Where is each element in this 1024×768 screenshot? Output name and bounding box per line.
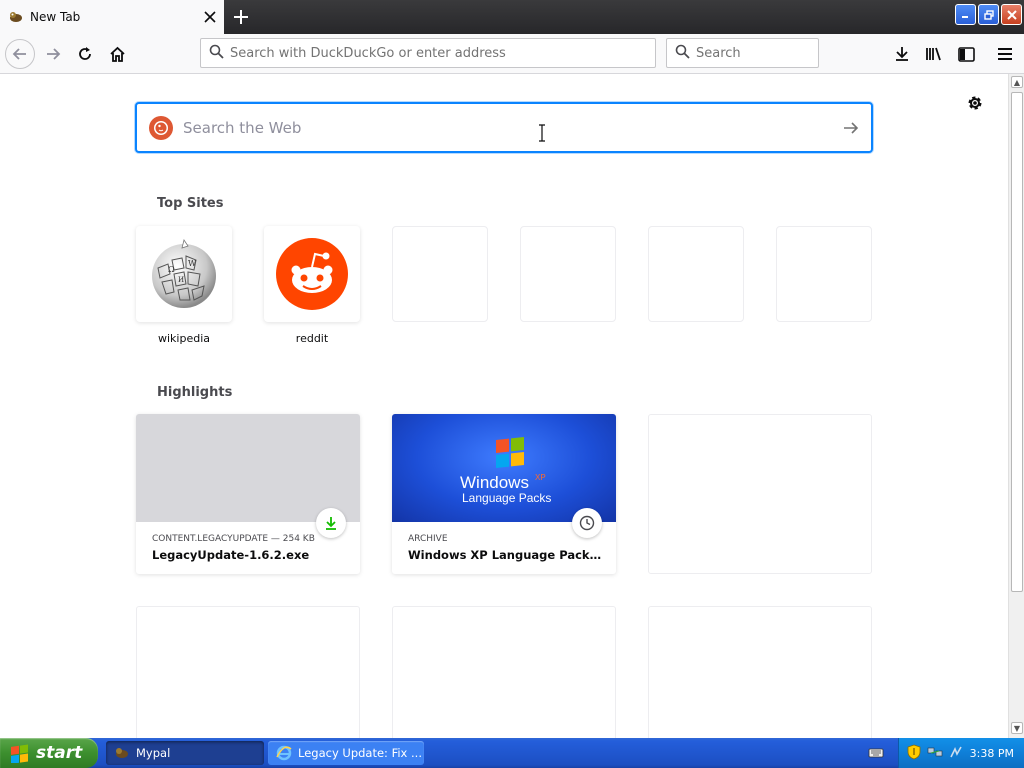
empty-tile xyxy=(776,226,872,322)
scroll-up-arrow-icon[interactable]: ▲ xyxy=(1011,76,1023,88)
windows-xp-language-packs-image: Windows XP Language Packs xyxy=(392,414,616,522)
highlight-image-placeholder xyxy=(136,414,360,522)
empty-tile xyxy=(520,226,616,322)
highlight-card-empty xyxy=(136,606,360,738)
windows-flag-icon xyxy=(11,744,28,763)
tab-close-icon[interactable] xyxy=(196,3,224,31)
windows-taskbar: start Mypal Legacy Update: Fix ... 3:38 … xyxy=(0,738,1024,768)
network-activity-icon[interactable] xyxy=(949,745,963,762)
mypal-app-icon xyxy=(114,745,130,761)
restore-icon[interactable] xyxy=(978,4,999,25)
forward-arrow-icon[interactable] xyxy=(37,38,69,70)
svg-text:И: И xyxy=(178,276,184,284)
tab-new-tab[interactable]: New Tab xyxy=(0,0,224,34)
top-site-empty xyxy=(392,226,488,322)
close-window-icon[interactable] xyxy=(1001,4,1022,25)
clock-icon xyxy=(572,508,602,538)
highlight-card-legacyupdate[interactable]: CONTENT.LEGACYUPDATE — 254 KB LegacyUpda… xyxy=(136,414,360,574)
top-site-empty xyxy=(776,226,872,322)
start-label: start xyxy=(36,743,83,763)
home-icon[interactable] xyxy=(101,38,133,70)
taskbar-clock[interactable]: 3:38 PM xyxy=(970,747,1014,760)
new-tab-plus-icon[interactable] xyxy=(226,2,256,32)
highlight-card-empty xyxy=(648,606,872,738)
gear-icon[interactable] xyxy=(966,94,988,116)
address-bar[interactable] xyxy=(200,38,656,68)
empty-tile xyxy=(648,226,744,322)
address-input[interactable] xyxy=(230,45,632,61)
sidebar-icon[interactable] xyxy=(950,38,982,70)
search-icon xyxy=(209,44,224,62)
highlight-meta: CONTENT.LEGACYUPDATE — 254 KB xyxy=(152,534,315,544)
taskbar-item-label: Legacy Update: Fix ... xyxy=(298,746,422,760)
download-icon xyxy=(316,508,346,538)
top-site-label: wikipedia xyxy=(157,332,210,345)
reddit-alien-icon xyxy=(276,238,348,310)
navigation-toolbar xyxy=(0,34,1024,74)
text-cursor-icon xyxy=(538,124,545,142)
image-text-windows: Windows xyxy=(460,473,529,492)
title-bar: New Tab xyxy=(0,0,1024,34)
windows-xp-logo-icon: Windows XP Language Packs xyxy=(460,437,551,505)
top-site-empty xyxy=(648,226,744,322)
empty-tile xyxy=(392,226,488,322)
top-site-reddit[interactable]: reddit xyxy=(264,226,360,345)
security-shield-icon[interactable] xyxy=(907,744,921,763)
keyboard-language-icon[interactable] xyxy=(868,745,884,761)
tab-title: New Tab xyxy=(30,10,81,24)
highlight-title: Windows XP Language Packs : M... xyxy=(408,548,604,562)
top-site-label: reddit xyxy=(295,332,329,345)
reddit-tile xyxy=(264,226,360,322)
highlight-card-empty xyxy=(648,414,872,574)
start-button[interactable]: start xyxy=(0,738,98,768)
svg-text:W: W xyxy=(188,259,197,268)
top-site-wikipedia[interactable]: Ω W И wikipedia xyxy=(136,226,232,345)
internet-explorer-icon xyxy=(276,745,292,761)
top-sites-heading: Top Sites xyxy=(157,196,224,211)
highlight-card-archive[interactable]: Windows XP Language Packs ARCHIVE Window… xyxy=(392,414,616,574)
wikipedia-globe-icon: Ω W И xyxy=(152,239,216,308)
highlight-card-empty xyxy=(392,606,616,738)
reload-icon[interactable] xyxy=(69,38,101,70)
search-input[interactable] xyxy=(696,45,818,61)
back-arrow-icon xyxy=(5,39,35,69)
minimize-icon[interactable] xyxy=(955,4,976,25)
hamburger-menu-icon[interactable] xyxy=(989,38,1021,70)
system-tray: 3:38 PM xyxy=(898,738,1024,768)
search-bar[interactable] xyxy=(666,38,819,68)
taskbar-item-mypal[interactable]: Mypal xyxy=(106,741,264,765)
scroll-down-arrow-icon[interactable]: ▼ xyxy=(1011,722,1023,734)
taskbar-item-label: Mypal xyxy=(136,746,171,760)
new-tab-page: Top Sites Ω W И wikipedia xyxy=(0,74,1008,738)
highlight-meta: ARCHIVE xyxy=(408,534,448,544)
image-text-language-packs: Language Packs xyxy=(462,491,551,505)
svg-text:Ω: Ω xyxy=(168,265,175,274)
highlight-title: LegacyUpdate-1.6.2.exe xyxy=(152,548,310,562)
search-icon xyxy=(675,44,690,62)
network-icon[interactable] xyxy=(927,745,943,762)
duckduckgo-logo-icon xyxy=(149,115,173,140)
mypal-favicon-icon xyxy=(8,9,24,25)
image-text-xp: XP xyxy=(535,473,546,482)
window-controls xyxy=(955,4,1022,25)
highlights-heading: Highlights xyxy=(157,385,233,400)
taskbar-item-legacy-update[interactable]: Legacy Update: Fix ... xyxy=(268,741,424,765)
web-search-box[interactable] xyxy=(135,102,873,153)
back-button[interactable] xyxy=(4,38,36,70)
search-submit-arrow-icon[interactable] xyxy=(831,108,871,148)
downloads-icon[interactable] xyxy=(886,38,918,70)
page-scrollbar[interactable]: ▲ ▼ xyxy=(1008,74,1024,738)
wikipedia-tile: Ω W И xyxy=(136,226,232,322)
library-icon[interactable] xyxy=(918,38,950,70)
top-site-empty xyxy=(520,226,616,322)
web-search-input[interactable] xyxy=(183,118,831,137)
scroll-thumb[interactable] xyxy=(1011,92,1023,592)
